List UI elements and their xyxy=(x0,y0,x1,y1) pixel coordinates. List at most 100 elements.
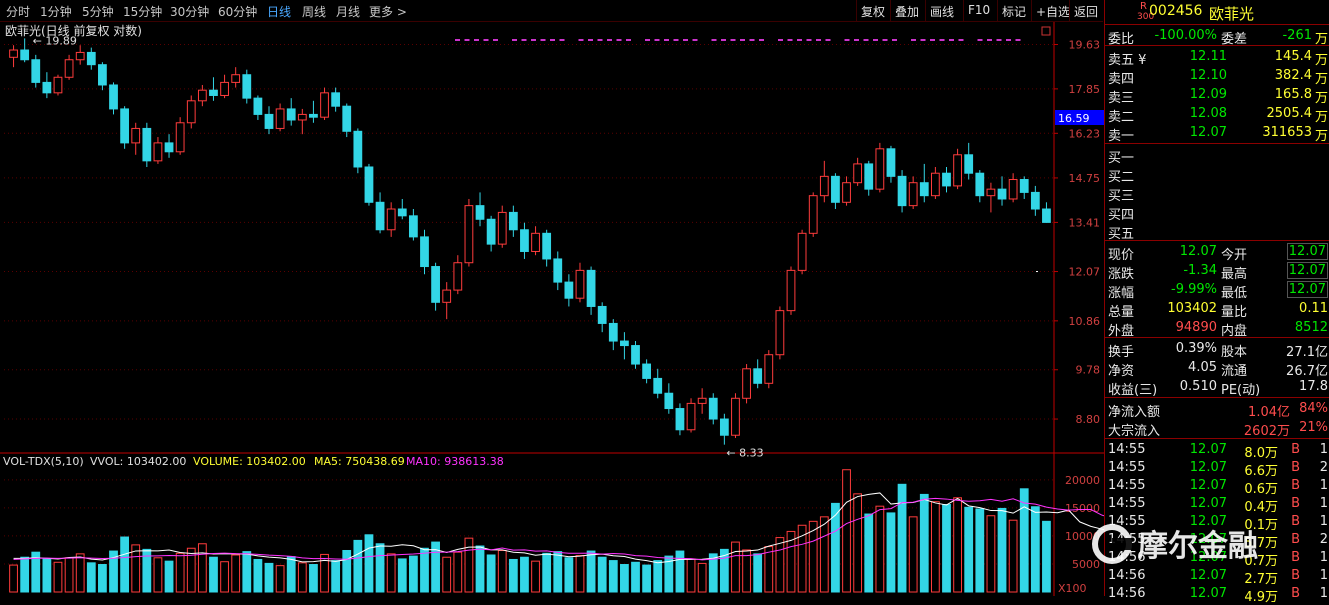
fund-value-2: 27.1亿 xyxy=(1286,345,1328,360)
tick-row: 14:55 12.07 6.6万 B 2 xyxy=(1105,459,1329,479)
volume-value: VOLUME: 103402.00 xyxy=(193,455,306,468)
volume-bar xyxy=(753,553,763,593)
buy-level-3: 买三 xyxy=(1105,184,1329,204)
stat-value-2: 0.11 xyxy=(1299,301,1328,316)
candle-body xyxy=(164,142,174,153)
tick-count: 1 xyxy=(1319,550,1328,565)
candle-body xyxy=(297,113,307,121)
tick-side: B xyxy=(1291,478,1300,493)
panel-divider xyxy=(1105,438,1329,439)
candle-body xyxy=(520,229,529,252)
stat-row: 总量 103402 量比 0.11 xyxy=(1105,300,1329,320)
volume-unit-label: X100 xyxy=(1058,582,1087,595)
volume-bar xyxy=(953,497,962,593)
sell-volume: 165.8 xyxy=(1274,87,1312,102)
candle-body xyxy=(620,340,629,347)
volume-bar xyxy=(9,564,18,593)
event-marker xyxy=(559,39,565,41)
volume-bar xyxy=(1030,506,1040,593)
chart-corner-button[interactable] xyxy=(1041,26,1051,36)
volume-bar xyxy=(697,562,707,593)
volume-bar xyxy=(919,493,929,593)
candle-body xyxy=(575,269,585,299)
sell-volume: 311653 xyxy=(1262,125,1312,140)
candle-body xyxy=(731,397,740,436)
tick-price: 12.07 xyxy=(1189,496,1227,511)
volume-bar xyxy=(231,554,241,593)
candle-body xyxy=(431,266,440,303)
volume-bar xyxy=(475,545,485,593)
volume-indicator-label: VOL-TDX(5,10) xyxy=(3,455,84,468)
candle-body xyxy=(53,76,63,94)
candle-body xyxy=(919,182,929,197)
price-tick-label: 19.63 xyxy=(1069,39,1101,52)
kline-chart[interactable]: 19.63 17.85 16.23 14.75 13.41 12.07 10.86 9.78 8… xyxy=(0,0,1104,596)
event-marker xyxy=(759,39,764,41)
candle-body xyxy=(397,208,407,217)
event-marker xyxy=(892,39,897,41)
chart-title: 欧菲光(日线 前复权 对数) xyxy=(5,23,142,38)
event-marker xyxy=(597,39,603,41)
sell-label: 卖一 xyxy=(1108,129,1135,144)
flow-pct: 84% xyxy=(1299,401,1328,416)
volume-bar xyxy=(364,534,374,593)
candle-body xyxy=(209,89,218,96)
candle-body xyxy=(353,130,363,168)
candle-body xyxy=(675,408,685,431)
volume-bar xyxy=(242,551,252,593)
stat-label-2: 量比 xyxy=(1221,305,1248,320)
stat-label: 涨幅 xyxy=(1108,286,1135,301)
candle-body xyxy=(342,105,352,132)
event-marker xyxy=(987,39,992,41)
sell-price: 12.10 xyxy=(1189,68,1227,83)
candle-body xyxy=(109,84,118,110)
volume-bar xyxy=(897,483,907,593)
quote-panel: R 300 002456 欧菲光 委比 -100.00% 委差 -261 万卖五 ¥12.11 1… xyxy=(1104,0,1329,605)
volume-bar xyxy=(631,561,640,593)
tick-time: 14:55 xyxy=(1108,478,1146,493)
event-marker xyxy=(958,39,964,41)
event-marker xyxy=(464,39,470,41)
fund-label: 净资 xyxy=(1108,364,1135,379)
volume-bar xyxy=(553,551,563,593)
sell-price: 12.07 xyxy=(1189,125,1227,140)
candle-body xyxy=(564,281,574,299)
candle-body xyxy=(286,108,296,121)
candle-body xyxy=(242,74,252,99)
sell-price: 12.11 xyxy=(1189,49,1227,64)
volume-bar xyxy=(597,556,607,593)
candle-body xyxy=(897,175,907,207)
candle-body xyxy=(220,81,229,96)
volume-tick-label: 20000 xyxy=(1065,474,1100,487)
candle-body xyxy=(875,148,885,190)
event-marker xyxy=(863,39,869,41)
event-marker xyxy=(664,39,669,41)
event-marker xyxy=(626,39,631,41)
volume-bar xyxy=(275,565,285,593)
candle-body xyxy=(1008,179,1018,200)
price-tick-label: 16.23 xyxy=(1069,127,1101,140)
event-marker xyxy=(531,39,536,41)
volume-bar xyxy=(386,553,396,593)
volume-bar xyxy=(375,543,385,593)
event-marker xyxy=(730,39,736,41)
candle-body xyxy=(375,201,385,231)
fund-label-2: PE(动) xyxy=(1221,383,1261,398)
candle-body xyxy=(542,232,552,260)
stat-label: 现价 xyxy=(1108,248,1135,263)
event-marker xyxy=(806,39,812,41)
candle-body xyxy=(86,51,96,66)
candle-body xyxy=(264,113,274,129)
candle-body xyxy=(386,208,396,231)
sell-unit: 万 xyxy=(1314,72,1328,87)
volume-bar xyxy=(542,552,552,593)
volume-bar xyxy=(586,550,596,593)
flow-row: 净流入额 1.04亿 84% xyxy=(1105,400,1329,420)
volume-bar xyxy=(775,537,785,593)
event-marker xyxy=(930,39,935,41)
fund-label: 收益(三) xyxy=(1108,383,1158,398)
sell-unit: 万 xyxy=(1314,129,1328,144)
event-marker xyxy=(550,39,555,41)
buy-label: 买二 xyxy=(1108,170,1135,185)
tick-time: 14:55 xyxy=(1108,442,1146,457)
